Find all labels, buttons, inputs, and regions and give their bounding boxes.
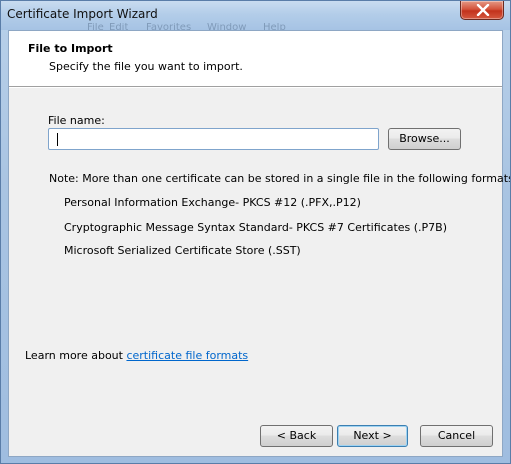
background-menu-item: Edit — [109, 23, 129, 30]
close-button[interactable] — [460, 1, 504, 20]
learn-more-line: Learn more about certificate file format… — [25, 349, 248, 362]
text-caret — [57, 133, 58, 146]
wizard-header: File to Import Specify the file you want… — [9, 31, 502, 86]
background-menu-item: Favorites — [146, 23, 192, 30]
background-menu-item: Window — [207, 23, 247, 30]
certificate-import-wizard-window: Certificate Import Wizard File Edit Favo… — [0, 0, 511, 464]
title-bar[interactable]: Certificate Import Wizard File Edit Favo… — [1, 1, 510, 30]
browse-button[interactable]: Browse... — [388, 128, 461, 150]
background-menu-item: File — [87, 23, 104, 30]
back-button[interactable]: < Back — [260, 425, 333, 447]
note-text: Note: More than one certificate can be s… — [49, 172, 511, 185]
file-name-label: File name: — [48, 114, 105, 127]
file-name-input[interactable] — [48, 128, 379, 150]
page-title: File to Import — [28, 42, 113, 55]
format-item-pfx: Personal Information Exchange- PKCS #12 … — [64, 196, 361, 209]
page-subtitle: Specify the file you want to import. — [49, 60, 243, 73]
background-menu-item: Help — [263, 23, 286, 30]
cancel-button[interactable]: Cancel — [420, 425, 493, 447]
header-separator — [9, 86, 502, 88]
window-title: Certificate Import Wizard — [7, 7, 158, 21]
certificate-file-formats-link[interactable]: certificate file formats — [126, 349, 248, 362]
close-icon — [476, 4, 490, 16]
format-item-sst: Microsoft Serialized Certificate Store (… — [64, 244, 301, 257]
wizard-body: File to Import Specify the file you want… — [8, 30, 510, 457]
learn-more-prefix: Learn more about — [25, 349, 127, 362]
next-button[interactable]: Next > — [337, 425, 408, 447]
format-item-p7b: Cryptographic Message Syntax Standard- P… — [64, 221, 448, 234]
